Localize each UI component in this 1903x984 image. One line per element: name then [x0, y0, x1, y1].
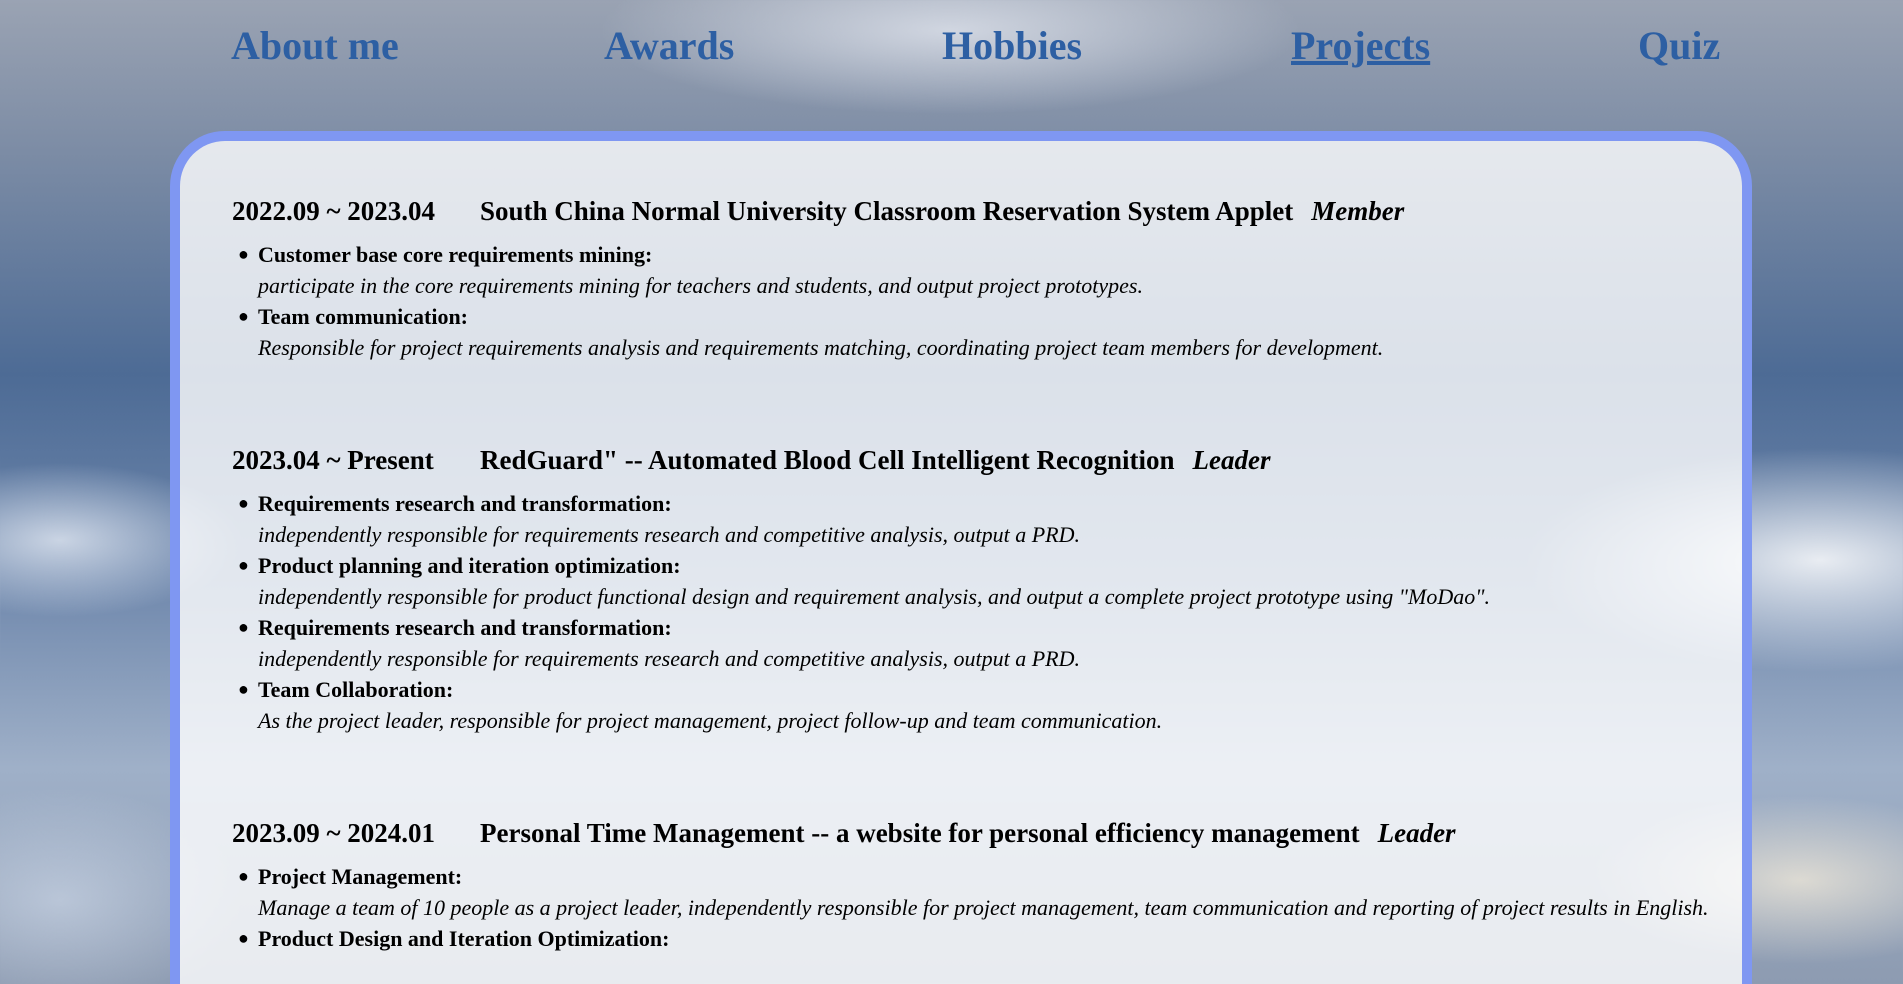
project-title-line: Personal Time Management -- a website fo… — [480, 815, 1456, 851]
bullet-title: Requirements research and transformation… — [258, 491, 672, 516]
project-date: 2023.09 ~ 2024.01 — [232, 818, 436, 848]
project-bullet: ● Team communication: Responsible for pr… — [232, 301, 1722, 363]
project-title: South China Normal University Classroom … — [480, 196, 1294, 226]
project-bullet: ● Project Management: Manage a team of 1… — [232, 861, 1722, 923]
top-navigation: About me Awards Hobbies Projects Quiz — [0, 0, 1903, 92]
bullet-description: Responsible for project requirements ana… — [258, 335, 1384, 360]
nav-link-hobbies[interactable]: Hobbies — [942, 22, 1082, 69]
bullet-description: independently responsible for requiremen… — [258, 646, 1080, 671]
bullet-title: Team communication: — [258, 304, 469, 329]
project-header: 2023.09 ~ 2024.01 Personal Time Manageme… — [232, 815, 1732, 851]
project-role: Member — [1311, 196, 1405, 226]
project-bullet-list: ● Customer base core requirements mining… — [232, 239, 1722, 363]
nav-link-projects[interactable]: Projects — [1291, 22, 1430, 69]
bullet-dot-icon: ● — [238, 555, 249, 575]
bullet-description: participate in the core requirements min… — [258, 273, 1143, 298]
bullet-title: Customer base core requirements mining: — [258, 242, 653, 267]
project-bullet-list: ● Project Management: Manage a team of 1… — [232, 861, 1722, 954]
project-bullet-list: ● Requirements research and transformati… — [232, 488, 1722, 736]
project-entry: 2022.09 ~ 2023.04 South China Normal Uni… — [232, 193, 1732, 360]
nav-link-awards[interactable]: Awards — [604, 22, 734, 69]
bullet-dot-icon: ● — [238, 617, 249, 637]
project-role: Leader — [1377, 818, 1456, 848]
nav-link-about-me[interactable]: About me — [231, 22, 399, 69]
bullet-title: Product Design and Iteration Optimizatio… — [258, 926, 670, 951]
project-role: Leader — [1192, 445, 1271, 475]
project-entry: 2023.04 ~ Present RedGuard" -- Automated… — [232, 442, 1732, 733]
projects-card: 2022.09 ~ 2023.04 South China Normal Uni… — [170, 131, 1752, 984]
bullet-title: Requirements research and transformation… — [258, 615, 672, 640]
project-bullet: ● Product planning and iteration optimiz… — [232, 550, 1722, 612]
bullet-description: Manage a team of 10 people as a project … — [258, 895, 1709, 920]
project-bullet: ● Requirements research and transformati… — [232, 488, 1722, 550]
bullet-dot-icon: ● — [238, 866, 249, 886]
project-bullet: ● Product Design and Iteration Optimizat… — [232, 923, 1722, 954]
project-title: RedGuard" -- Automated Blood Cell Intell… — [480, 445, 1175, 475]
bullet-dot-icon: ● — [238, 679, 249, 699]
project-bullet: ● Customer base core requirements mining… — [232, 239, 1722, 301]
project-bullet: ● Team Collaboration: As the project lea… — [232, 674, 1722, 736]
project-date: 2022.09 ~ 2023.04 — [232, 196, 436, 226]
bullet-description: independently responsible for requiremen… — [258, 522, 1080, 547]
project-bullet: ● Requirements research and transformati… — [232, 612, 1722, 674]
bullet-dot-icon: ● — [238, 493, 249, 513]
bullet-dot-icon: ● — [238, 306, 249, 326]
bullet-title: Team Collaboration: — [258, 677, 454, 702]
project-date: 2023.04 ~ Present — [232, 445, 434, 475]
bullet-dot-icon: ● — [238, 928, 249, 948]
project-title-line: RedGuard" -- Automated Blood Cell Intell… — [480, 442, 1270, 478]
bullet-title: Project Management: — [258, 864, 463, 889]
project-header: 2023.04 ~ Present RedGuard" -- Automated… — [232, 442, 1732, 478]
project-title: Personal Time Management -- a website fo… — [480, 818, 1360, 848]
bullet-description: independently responsible for product fu… — [258, 584, 1490, 609]
project-entry: 2023.09 ~ 2024.01 Personal Time Manageme… — [232, 815, 1732, 951]
nav-link-quiz[interactable]: Quiz — [1638, 22, 1720, 69]
bullet-description: As the project leader, responsible for p… — [258, 708, 1163, 733]
project-title-line: South China Normal University Classroom … — [480, 193, 1404, 229]
bullet-title: Product planning and iteration optimizat… — [258, 553, 681, 578]
bullet-dot-icon: ● — [238, 244, 249, 264]
project-header: 2022.09 ~ 2023.04 South China Normal Uni… — [232, 193, 1732, 229]
